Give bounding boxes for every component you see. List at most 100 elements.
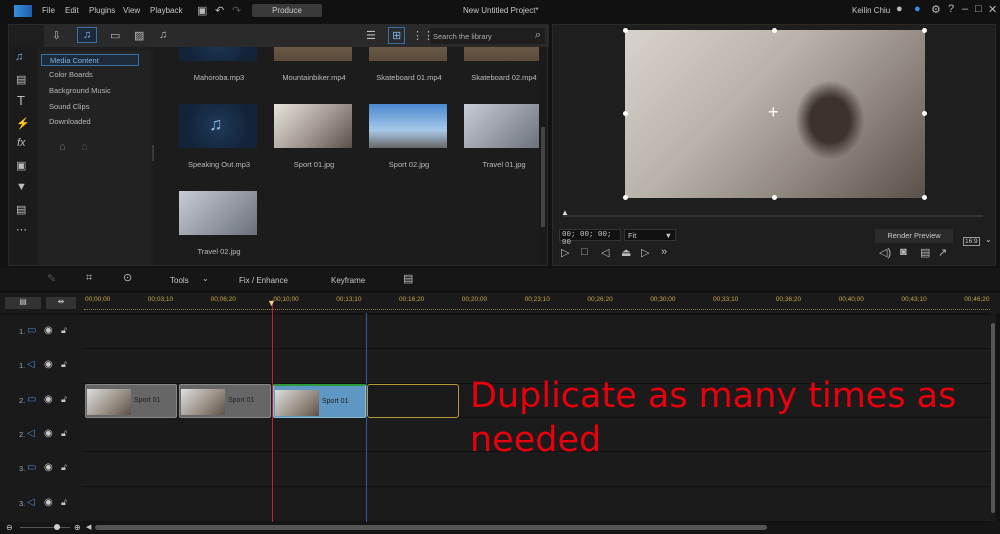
timeline-clip-selected[interactable]: Sport 01	[273, 384, 366, 418]
media-tile[interactable]: Skateboard 01.mp4	[364, 47, 447, 97]
timeline-ruler[interactable]: ▤ ⇹ 00;00;00 00;03;10 00;06;20 00;10;00 00;1…	[0, 293, 1000, 313]
save-icon[interactable]: ▣	[197, 4, 207, 17]
stop-icon[interactable]: □	[581, 246, 588, 258]
category-media-content[interactable]: Media Content	[41, 54, 139, 66]
media-tile[interactable]: Travel 02.jpg	[174, 191, 257, 265]
library-scrollbar[interactable]	[539, 47, 547, 265]
minimize-icon[interactable]: –	[962, 3, 968, 15]
menu-file[interactable]: File	[42, 6, 55, 15]
playhead-handle-icon[interactable]: ▼	[267, 298, 276, 308]
menu-edit[interactable]: Edit	[65, 6, 79, 15]
category-background-music[interactable]: Background Music	[41, 85, 139, 97]
media-tile[interactable]: Skateboard 02.mp4	[459, 47, 539, 97]
snapshot-icon[interactable]: ◙	[900, 246, 907, 258]
fast-forward-icon[interactable]: »	[661, 246, 667, 258]
tools-menu[interactable]: Tools	[170, 276, 189, 285]
add-tag-icon[interactable]: ⌂	[59, 141, 66, 153]
menu-plugins[interactable]: Plugins	[89, 6, 115, 15]
move-crosshair-icon[interactable]: +	[768, 102, 779, 123]
transition-room-icon[interactable]: ▤	[16, 73, 26, 86]
lock-icon[interactable]: 🔓︎	[61, 497, 67, 508]
import-icon[interactable]: ⇩	[52, 29, 61, 42]
chevron-down-icon[interactable]: ⌄	[985, 235, 992, 244]
eye-icon[interactable]: ◉	[44, 462, 53, 473]
track-scrollbar[interactable]	[990, 313, 996, 522]
search-input[interactable]: Search the library ⌕	[430, 28, 545, 44]
close-icon[interactable]: ✕	[988, 3, 997, 16]
grid-view-icon[interactable]: ⊞	[388, 27, 406, 44]
timeline-clip[interactable]: Sport 01	[85, 384, 177, 418]
help-icon[interactable]: ?	[948, 3, 954, 15]
volume-icon[interactable]: ◁)	[879, 246, 891, 259]
video-track[interactable]: 1. ▭ ◉ 🔓︎	[0, 315, 990, 349]
play-icon[interactable]: ▷	[561, 246, 569, 259]
produce-button[interactable]: Produce	[252, 4, 322, 17]
list-view-icon[interactable]: ☰	[366, 29, 376, 42]
drop-placeholder[interactable]	[367, 384, 459, 418]
timecode-display[interactable]: 00; 00; 00; 00	[559, 229, 621, 247]
media-tile[interactable]: Sport 02.jpg	[364, 104, 447, 184]
upgrade-icon[interactable]: ●	[914, 3, 921, 15]
media-room-icon[interactable]: ♫	[15, 51, 23, 63]
menu-view[interactable]: View	[123, 6, 140, 15]
audio-filter-icon[interactable]: ♫	[159, 29, 167, 41]
next-frame-icon[interactable]: ▷	[641, 246, 649, 259]
dropdown-circle-icon[interactable]: ⊙	[123, 271, 132, 284]
track-manager-button[interactable]: ▤	[5, 297, 41, 309]
subtitle-room-icon[interactable]: ▤	[16, 203, 26, 216]
split-icon[interactable]: ⏏	[621, 246, 631, 259]
preview-seek-slider[interactable]: ▲	[561, 208, 983, 217]
particle-room-icon[interactable]: ▼	[16, 181, 27, 193]
media-tile[interactable]: ♫ Mahoroba.mp3	[174, 47, 257, 97]
video-filter-icon[interactable]: ▭	[110, 29, 120, 42]
image-filter-icon[interactable]: ▨	[134, 29, 144, 42]
account-icon[interactable]: ●	[896, 3, 903, 15]
effects-room-icon[interactable]: ⚡	[16, 117, 30, 130]
media-filter-all-icon[interactable]: ♫	[77, 27, 98, 43]
lock-icon[interactable]: 🔓︎	[61, 462, 67, 473]
lock-icon[interactable]: 🔓︎	[61, 325, 67, 336]
eye-icon[interactable]: ◉	[44, 394, 53, 405]
timeline-clip[interactable]: Sport 01	[179, 384, 271, 418]
remove-tag-icon[interactable]: ⌂	[81, 141, 88, 153]
previous-frame-icon[interactable]: ◁	[601, 246, 609, 259]
pip-room-icon[interactable]: ▣	[16, 159, 26, 172]
maximize-icon[interactable]: □	[975, 3, 982, 15]
search-icon[interactable]: ⌕	[535, 29, 541, 42]
eye-icon[interactable]: ◉	[44, 497, 53, 508]
lock-icon[interactable]: 🔓︎	[61, 428, 67, 439]
category-color-boards[interactable]: Color Boards	[41, 69, 139, 81]
fx-room-icon[interactable]: fx	[17, 137, 26, 149]
category-downloaded[interactable]: Downloaded	[41, 116, 139, 128]
tools-chevron-icon[interactable]: ⌄	[202, 274, 209, 283]
audio-track[interactable]: 3. ◁ ◉ 🔓︎	[0, 487, 990, 522]
scroll-left-icon[interactable]: ◀	[86, 523, 91, 531]
redo-icon[interactable]: ↷	[232, 4, 241, 17]
undo-icon[interactable]: ↶	[215, 4, 224, 17]
render-preview-button[interactable]: Render Preview	[875, 229, 953, 243]
media-tile[interactable]: Mountainbiker.mp4	[269, 47, 352, 97]
gear-icon[interactable]: ⚙	[931, 3, 941, 16]
title-room-icon[interactable]: T	[17, 93, 25, 108]
keyframe-button[interactable]: Keyframe	[331, 276, 365, 285]
subtitle-icon[interactable]: ▤	[920, 246, 930, 259]
subtitle-editor-icon[interactable]: ▤	[403, 272, 413, 285]
zoom-slider[interactable]	[20, 524, 70, 530]
eye-icon[interactable]: ◉	[44, 428, 53, 439]
lock-icon[interactable]: 🔓︎	[61, 359, 67, 370]
crop-icon[interactable]: ⌗	[86, 272, 92, 285]
eye-icon[interactable]: ◉	[44, 359, 53, 370]
eye-icon[interactable]: ◉	[44, 325, 53, 336]
aspect-ratio-button[interactable]: 16:9	[963, 237, 980, 246]
category-sound-clips[interactable]: Sound Clips	[41, 101, 139, 113]
fix-enhance-button[interactable]: Fix / Enhance	[239, 276, 288, 285]
menu-playback[interactable]: Playback	[150, 6, 182, 15]
zoom-in-icon[interactable]: ⊕	[74, 523, 81, 532]
zoom-out-icon[interactable]: ⊖	[6, 523, 13, 532]
undock-icon[interactable]: ↗	[938, 246, 947, 259]
media-tile[interactable]: Travel 01.jpg	[459, 104, 539, 184]
fit-timeline-button[interactable]: ⇹	[46, 297, 76, 309]
more-icon[interactable]: ⋯	[16, 223, 27, 236]
zoom-fit-select[interactable]: Fit ▼	[624, 229, 676, 241]
edit-icon[interactable]: ✎	[47, 272, 56, 285]
